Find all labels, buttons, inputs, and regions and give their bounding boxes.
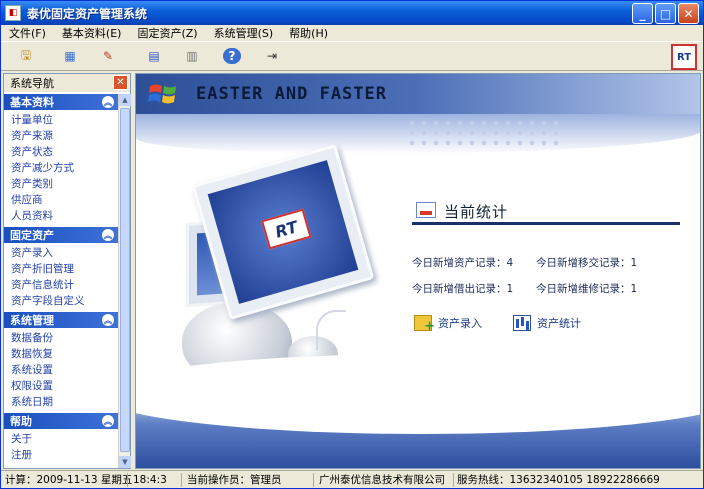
stat-new-assets: 今日新增资产记录：4 [412, 257, 514, 269]
header-banner: EASTER AND FASTER [136, 74, 700, 114]
asset-entry-label: 资产录入 [438, 317, 482, 330]
sidebar-item-asset-source[interactable]: 资产来源 [11, 128, 118, 144]
sidebar-item-asset-status[interactable]: 资产状态 [11, 144, 118, 160]
status-bar: 计算：2009-11-13 星期五 18:4:3 当前操作员：管理员 广州泰优信… [1, 470, 703, 488]
calculator-icon[interactable]: ▤ [145, 48, 163, 64]
clipboard-icon[interactable]: ▥ [183, 48, 201, 64]
chevron-up-icon[interactable]: ︽ [102, 314, 114, 326]
scroll-up-icon[interactable]: ▲ [119, 94, 131, 106]
status-time: 18:4:3 [133, 474, 167, 486]
menu-system-management[interactable]: 系统管理(S) [212, 25, 276, 41]
sidebar-item-personnel[interactable]: 人员资料 [11, 208, 118, 224]
sidebar-item-asset-statistics[interactable]: 资产信息统计 [11, 277, 118, 293]
asset-stats-button[interactable]: 资产统计 [513, 315, 581, 331]
pen-icon[interactable]: ✎ [99, 48, 117, 64]
status-company: 广州泰优信息技术有限公司 [319, 474, 445, 486]
bar-chart-icon [513, 315, 531, 331]
asset-entry-button[interactable]: 资产录入 [414, 315, 482, 334]
sidebar-item-reduction-method[interactable]: 资产减少方式 [11, 160, 118, 176]
minimize-icon: _ [639, 6, 646, 21]
close-button[interactable]: ✕ [678, 3, 699, 24]
sidebar-item-asset-entry[interactable]: 资产录入 [11, 245, 118, 261]
screen-logo: RT [261, 208, 312, 250]
close-icon: ✕ [683, 6, 694, 21]
document-save-icon[interactable]: 🖫 [17, 48, 35, 64]
decorative-dots [406, 118, 566, 148]
menu-fixed-assets[interactable]: 固定资产(Z) [135, 25, 199, 41]
scroll-down-icon[interactable]: ▼ [119, 456, 131, 468]
app-window-icon[interactable]: ◧ [5, 5, 21, 21]
chart-icon[interactable]: ▦ [61, 48, 79, 64]
stats-title: 当前统计 [444, 203, 509, 221]
sidebar-close-button[interactable]: ✕ [113, 75, 128, 90]
asset-stats-label: 资产统计 [537, 317, 581, 330]
menu-bar: 文件(F) 基本资料(E) 固定资产(Z) 系统管理(S) 帮助(H) [1, 25, 703, 41]
banner-slogan: EASTER AND FASTER [196, 84, 387, 104]
sidebar-item-unit[interactable]: 计量单位 [11, 112, 118, 128]
sidebar-item-system-date[interactable]: 系统日期 [11, 394, 118, 410]
status-service: 服务热线：13632340105 18922286669 [457, 474, 660, 486]
window-controls: _ □ ✕ [632, 3, 699, 24]
group-title: 帮助 [10, 415, 32, 428]
sidebar-item-backup[interactable]: 数据备份 [11, 330, 118, 346]
menu-basic-info[interactable]: 基本资料(E) [60, 25, 124, 41]
sidebar-scrollbar[interactable]: ▲ ▼ [118, 94, 131, 468]
group-title: 基本资料 [10, 96, 54, 109]
group-system-management[interactable]: 系统管理 ︽ [4, 312, 118, 328]
sidebar-item-asset-category[interactable]: 资产类别 [11, 176, 118, 192]
sidebar-item-settings[interactable]: 系统设置 [11, 362, 118, 378]
app-window: ◧ 泰优固定资产管理系统 _ □ ✕ 文件(F) 基本资料(E) 固定资产(Z)… [0, 0, 704, 489]
group-help[interactable]: 帮助 ︽ [4, 413, 118, 429]
sidebar-item-permissions[interactable]: 权限设置 [11, 378, 118, 394]
maximize-icon: □ [659, 6, 672, 21]
window-title: 泰优固定资产管理系统 [27, 6, 148, 21]
menu-file[interactable]: 文件(F) [7, 25, 48, 41]
sidebar-item-depreciation[interactable]: 资产折旧管理 [11, 261, 118, 277]
stat-new-loans: 今日新增借出记录：1 [412, 283, 514, 295]
group-basic-info[interactable]: 基本资料 ︽ [4, 94, 118, 110]
group-title: 固定资产 [10, 229, 54, 242]
stats-divider [412, 222, 680, 225]
main-panel: EASTER AND FASTER RT 当前统计 今日新增资产记录：4 今日新… [135, 73, 701, 469]
windows-flag-icon [148, 84, 176, 104]
sidebar-item-supplier[interactable]: 供应商 [11, 192, 118, 208]
sidebar-item-restore[interactable]: 数据恢复 [11, 346, 118, 362]
toolbar: 🖫 ▦ ✎ ▤ ▥ ? ⇥ RT [1, 41, 703, 71]
rt-logo: RT [671, 44, 697, 70]
sidebar-header: 系统导航 [4, 74, 130, 92]
navigation-sidebar: 系统导航 ✕ 基本资料 ︽ 计量单位 资产来源 资产状态 资产减少方式 资产类别… [3, 73, 131, 469]
group-title: 系统管理 [10, 314, 54, 327]
chevron-up-icon[interactable]: ︽ [102, 415, 114, 427]
close-icon: ✕ [116, 77, 125, 88]
stat-new-repairs: 今日新增维修记录：1 [536, 283, 638, 295]
minimize-button[interactable]: _ [632, 3, 653, 24]
exit-icon[interactable]: ⇥ [263, 48, 281, 64]
computer-cord [316, 310, 346, 350]
add-asset-icon [414, 315, 435, 334]
chevron-up-icon[interactable]: ︽ [102, 229, 114, 241]
sidebar-item-custom-fields[interactable]: 资产字段自定义 [11, 293, 118, 309]
sidebar-body: 基本资料 ︽ 计量单位 资产来源 资产状态 资产减少方式 资产类别 供应商 人员… [4, 94, 118, 468]
menu-help[interactable]: 帮助(H) [287, 25, 330, 41]
group-fixed-assets[interactable]: 固定资产 ︽ [4, 227, 118, 243]
status-date: 计算：2009-11-13 星期五 [5, 474, 133, 486]
scroll-thumb[interactable] [120, 108, 130, 452]
sidebar-item-register[interactable]: 注册 [11, 447, 118, 463]
sidebar-item-about[interactable]: 关于 [11, 431, 118, 447]
help-icon[interactable]: ? [223, 48, 241, 64]
decorative-wave-bottom [136, 354, 700, 468]
title-bar[interactable]: ◧ 泰优固定资产管理系统 _ □ ✕ [1, 1, 703, 25]
maximize-button[interactable]: □ [655, 3, 676, 24]
stat-new-transfers: 今日新增移交记录：1 [536, 257, 638, 269]
chevron-up-icon[interactable]: ︽ [102, 96, 114, 108]
statistics-icon [416, 202, 436, 218]
status-operator: 当前操作员：管理员 [187, 474, 282, 486]
